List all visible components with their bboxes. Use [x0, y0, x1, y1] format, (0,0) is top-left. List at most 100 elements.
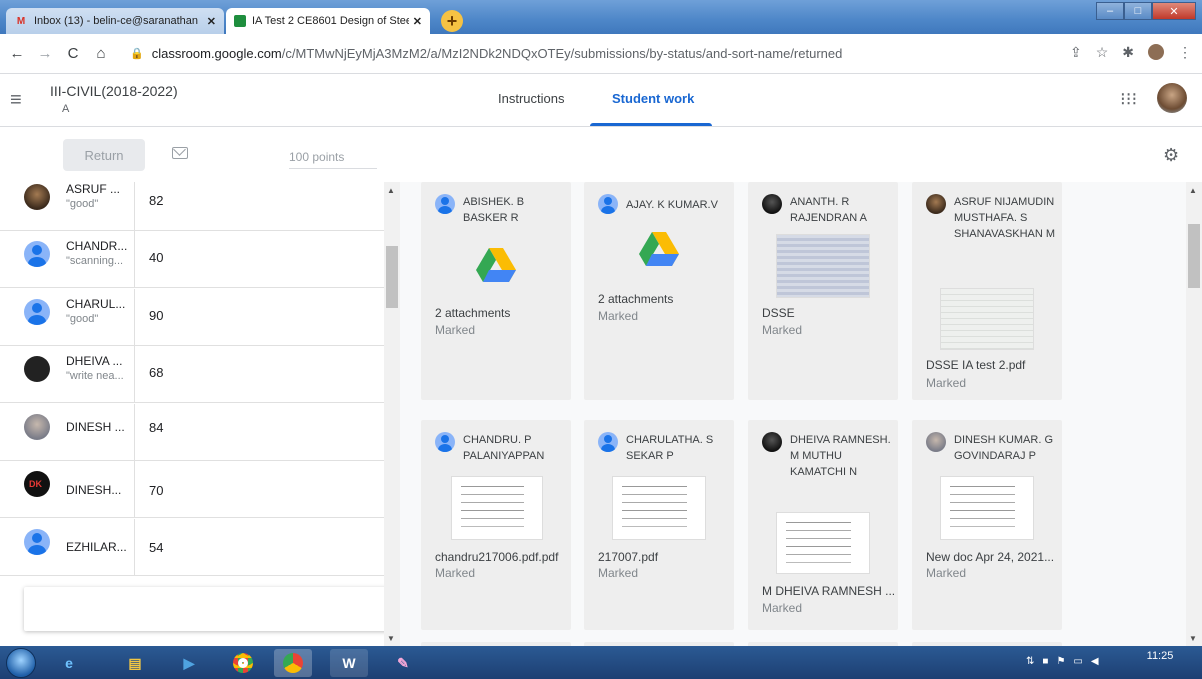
- file-preview[interactable]: [940, 476, 1034, 540]
- share-icon[interactable]: ⇪: [1070, 44, 1082, 61]
- student-avatar: [24, 529, 50, 555]
- file-preview[interactable]: [940, 288, 1034, 350]
- scroll-down-arrow-icon[interactable]: ▼: [1189, 634, 1197, 643]
- return-button[interactable]: Return: [63, 139, 145, 171]
- antivirus-icon[interactable]: ■: [1042, 656, 1048, 667]
- file-preview[interactable]: [612, 476, 706, 540]
- student-grade[interactable]: 84: [149, 420, 163, 435]
- scrollbar-thumb[interactable]: [386, 246, 398, 308]
- profile-icon[interactable]: [1148, 44, 1164, 60]
- submission-card[interactable]: CHANDRU. P PALANIYAPPAN chandru217006.pd…: [421, 420, 571, 630]
- internet-explorer-icon[interactable]: e: [50, 649, 88, 677]
- chrome-icon[interactable]: [224, 649, 262, 677]
- back-arrow-icon[interactable]: ←: [6, 45, 28, 62]
- submission-card[interactable]: ABISHEK. B BASKER R 2 attachments Marked: [421, 182, 571, 400]
- submission-card[interactable]: AJAY. K KUMAR.V 2 attachments Marked: [584, 182, 734, 400]
- student-grade[interactable]: 82: [149, 193, 163, 208]
- attachment-label[interactable]: DSSE IA test 2.pdf: [926, 358, 1025, 372]
- student-comment: "good": [66, 313, 99, 325]
- student-grade[interactable]: 54: [149, 540, 163, 555]
- class-name[interactable]: III-CIVIL(2018-2022): [50, 83, 178, 99]
- attachment-label[interactable]: 2 attachments: [598, 292, 673, 306]
- attachment-label[interactable]: M DHEIVA RAMNESH ...: [762, 584, 895, 598]
- browser-tab-gmail[interactable]: M Inbox (13) - belin-ce@saranathan ✕: [6, 8, 224, 34]
- paint-icon[interactable]: ✎: [384, 649, 422, 677]
- student-row[interactable]: ASRUF ... "good" 82: [0, 182, 384, 231]
- reload-icon[interactable]: C: [62, 45, 84, 62]
- submission-card[interactable]: ANANTH. R RAJENDRAN A DSSE Marked: [748, 182, 898, 400]
- scroll-up-arrow-icon[interactable]: ▲: [387, 186, 395, 195]
- file-preview[interactable]: [776, 234, 870, 298]
- scroll-up-arrow-icon[interactable]: ▲: [1189, 186, 1197, 195]
- student-row[interactable]: EZHILAR... 54: [0, 519, 384, 576]
- maximize-icon[interactable]: □: [1124, 2, 1152, 20]
- settings-gear-icon[interactable]: ⚙: [1163, 145, 1179, 166]
- student-list-scrollbar[interactable]: ▲ ▼: [384, 182, 400, 646]
- file-preview[interactable]: [776, 512, 870, 574]
- media-player-icon[interactable]: ▶: [170, 649, 208, 677]
- tab-student-work[interactable]: Student work: [612, 91, 694, 106]
- submission-card[interactable]: DHEIVA RAMNESH. M MUTHU KAMATCHI N M DHE…: [748, 420, 898, 630]
- student-row[interactable]: CHARUL... "good" 90: [0, 289, 384, 346]
- network-icon[interactable]: ⇅: [1026, 656, 1034, 667]
- submissions-grid: ABISHEK. B BASKER R 2 attachments Marked…: [400, 182, 1186, 646]
- points-field[interactable]: 100 points: [289, 150, 377, 169]
- file-explorer-icon[interactable]: ▤: [116, 649, 154, 677]
- active-tab-indicator: [590, 123, 712, 126]
- student-avatar: [926, 194, 946, 214]
- student-row[interactable]: DINESH ... 84: [0, 404, 384, 461]
- student-name: ANANTH. R RAJENDRAN A: [790, 196, 868, 224]
- word-icon[interactable]: W: [330, 649, 368, 677]
- student-grade[interactable]: 68: [149, 365, 163, 380]
- submission-card[interactable]: CHARULATHA. S SEKAR P 217007.pdf Marked: [584, 420, 734, 630]
- apps-grid-icon[interactable]: ⁝⁝⁝: [1120, 89, 1137, 110]
- student-grade[interactable]: 40: [149, 250, 163, 265]
- hamburger-menu-icon[interactable]: ≡: [10, 89, 22, 112]
- student-row[interactable]: CHANDR... "scanning... 40: [0, 231, 384, 288]
- new-tab-button[interactable]: +: [441, 10, 463, 32]
- user-avatar[interactable]: [1157, 83, 1187, 113]
- email-icon[interactable]: [172, 147, 188, 159]
- attachment-label[interactable]: 217007.pdf: [598, 550, 658, 564]
- close-tab-icon[interactable]: ✕: [413, 15, 422, 28]
- forward-arrow-icon[interactable]: →: [34, 45, 56, 62]
- extensions-icon[interactable]: ✱: [1122, 44, 1134, 61]
- status-label: Marked: [435, 566, 476, 580]
- status-label: Marked: [926, 376, 967, 390]
- bookmark-star-icon[interactable]: ☆: [1096, 44, 1109, 61]
- url-field[interactable]: 🔒 classroom.google.com/c/MTMwNjEyMjA3MzM…: [130, 40, 1130, 66]
- close-tab-icon[interactable]: ✕: [207, 15, 216, 28]
- tab-instructions[interactable]: Instructions: [498, 91, 564, 106]
- classroom-icon: [234, 15, 246, 27]
- attachment-label[interactable]: 2 attachments: [435, 306, 510, 320]
- url-path: /c/MTMwNjEyMjA3MzM2/a/MzI2NDk2NDQxOTEy/s…: [281, 45, 843, 61]
- submission-card[interactable]: DINESH KUMAR. G GOVINDARAJ P New doc Apr…: [912, 420, 1062, 630]
- close-window-icon[interactable]: ✕: [1152, 2, 1196, 20]
- student-row[interactable]: DHEIVA ... "write nea... 68: [0, 346, 384, 403]
- volume-icon[interactable]: ◀: [1091, 656, 1099, 667]
- menu-kebab-icon[interactable]: ⋮: [1178, 44, 1192, 61]
- page-scrollbar[interactable]: ▲ ▼: [1186, 182, 1202, 646]
- status-label: Marked: [598, 566, 639, 580]
- scrollbar-thumb[interactable]: [1188, 224, 1200, 288]
- submission-card[interactable]: ASRUF NIJAMUDIN MUSTHAFA. S SHANAVASKHAN…: [912, 182, 1062, 400]
- taskbar-clock[interactable]: 11:25: [1140, 650, 1180, 662]
- column-divider: [134, 404, 135, 461]
- student-grade[interactable]: 70: [149, 483, 163, 498]
- attachment-label[interactable]: chandru217006.pdf.pdf: [435, 550, 558, 564]
- minimize-icon[interactable]: –: [1096, 2, 1124, 20]
- address-bar-actions: ⇪ ☆ ✱ ⋮: [1070, 44, 1192, 61]
- home-icon[interactable]: ⌂: [90, 45, 112, 62]
- column-divider: [134, 519, 135, 576]
- file-preview[interactable]: [451, 476, 543, 540]
- flag-icon[interactable]: ⚑: [1056, 656, 1065, 667]
- browser-tab-classroom[interactable]: IA Test 2 CE8601 Design of Steel ✕: [226, 8, 430, 34]
- student-row[interactable]: DINESH... 70: [0, 461, 384, 518]
- attachment-label[interactable]: DSSE: [762, 306, 795, 320]
- scroll-down-arrow-icon[interactable]: ▼: [387, 634, 395, 643]
- start-button[interactable]: [6, 648, 36, 678]
- attachment-label[interactable]: New doc Apr 24, 2021...: [926, 550, 1054, 564]
- display-icon[interactable]: ▭: [1073, 656, 1082, 667]
- student-grade[interactable]: 90: [149, 308, 163, 323]
- chrome-active-icon[interactable]: [274, 649, 312, 677]
